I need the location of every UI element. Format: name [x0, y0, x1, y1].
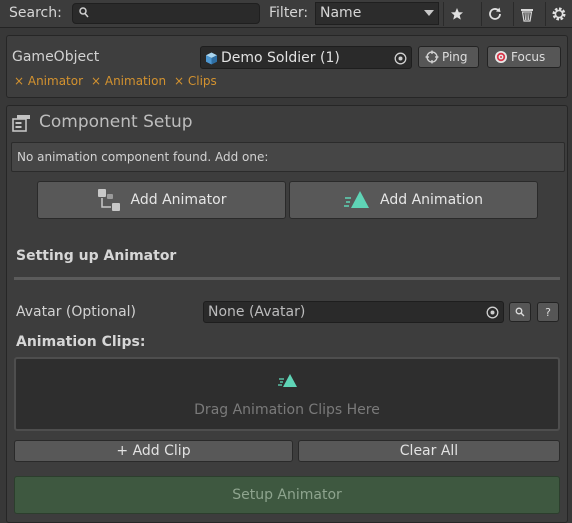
avatar-field[interactable]: None (Avatar): [203, 301, 504, 323]
help-box: No animation component found. Add one:: [11, 142, 565, 172]
clip-drop-zone[interactable]: Drag Animation Clips Here: [14, 357, 560, 431]
animator-setup-title: Setting up Animator: [16, 248, 177, 264]
animation-icon: [344, 191, 370, 208]
setup-animator-button[interactable]: Setup Animator: [14, 476, 560, 514]
search-icon: [79, 7, 89, 18]
filter-value: Name: [320, 5, 362, 21]
component-icon: [12, 115, 30, 132]
gear-icon: [552, 7, 565, 21]
avatar-value: None (Avatar): [208, 304, 306, 320]
component-setup-title: Component Setup: [39, 112, 193, 132]
gameobject-value: Demo Soldier (1): [221, 50, 340, 66]
object-picker-icon[interactable]: [394, 52, 407, 65]
divider: [14, 277, 560, 280]
focus-button[interactable]: Focus: [487, 46, 561, 68]
refresh-button[interactable]: [481, 2, 507, 26]
prefab-cube-icon: [206, 52, 217, 65]
gameobject-field[interactable]: Demo Soldier (1): [200, 46, 412, 69]
avatar-search-button[interactable]: [509, 302, 531, 322]
search-label: Search:: [9, 5, 62, 21]
ping-label: Ping: [442, 50, 468, 64]
star-icon: [450, 8, 463, 20]
add-animation-button[interactable]: Add Animation: [289, 181, 538, 219]
drop-hint: Drag Animation Clips Here: [194, 402, 380, 418]
animation-clips-label: Animation Clips:: [16, 334, 146, 350]
filter-label: Filter:: [269, 5, 309, 21]
refresh-icon: [488, 7, 501, 20]
crosshair-icon: [425, 50, 439, 64]
tag-animation: × Animation: [91, 74, 167, 88]
animator-icon: [97, 189, 120, 211]
chevron-down-icon: [424, 10, 434, 16]
add-animation-label: Add Animation: [380, 192, 483, 208]
add-animator-label: Add Animator: [130, 192, 227, 208]
clear-button[interactable]: [513, 2, 539, 26]
settings-button[interactable]: [545, 2, 571, 26]
search-input[interactable]: [72, 3, 260, 24]
tag-clips: × Clips: [174, 74, 217, 88]
target-icon: [495, 51, 507, 63]
favorite-button[interactable]: [443, 2, 469, 26]
tag-animator: × Animator: [14, 74, 84, 88]
avatar-help-button[interactable]: ?: [537, 302, 559, 322]
add-animator-button[interactable]: Add Animator: [37, 181, 286, 219]
clear-all-button[interactable]: Clear All: [298, 440, 560, 462]
object-picker-icon[interactable]: [486, 306, 499, 319]
search-icon: [515, 307, 525, 317]
add-clip-button[interactable]: + Add Clip: [14, 440, 293, 462]
trash-icon: [520, 9, 533, 22]
ping-button[interactable]: Ping: [418, 46, 479, 68]
gameobject-label: GameObject: [12, 49, 100, 65]
filter-dropdown[interactable]: Name: [315, 2, 439, 25]
help-text: No animation component found. Add one:: [17, 150, 269, 164]
avatar-label: Avatar (Optional): [16, 304, 137, 320]
focus-label: Focus: [511, 50, 546, 64]
animation-icon: [278, 374, 297, 387]
